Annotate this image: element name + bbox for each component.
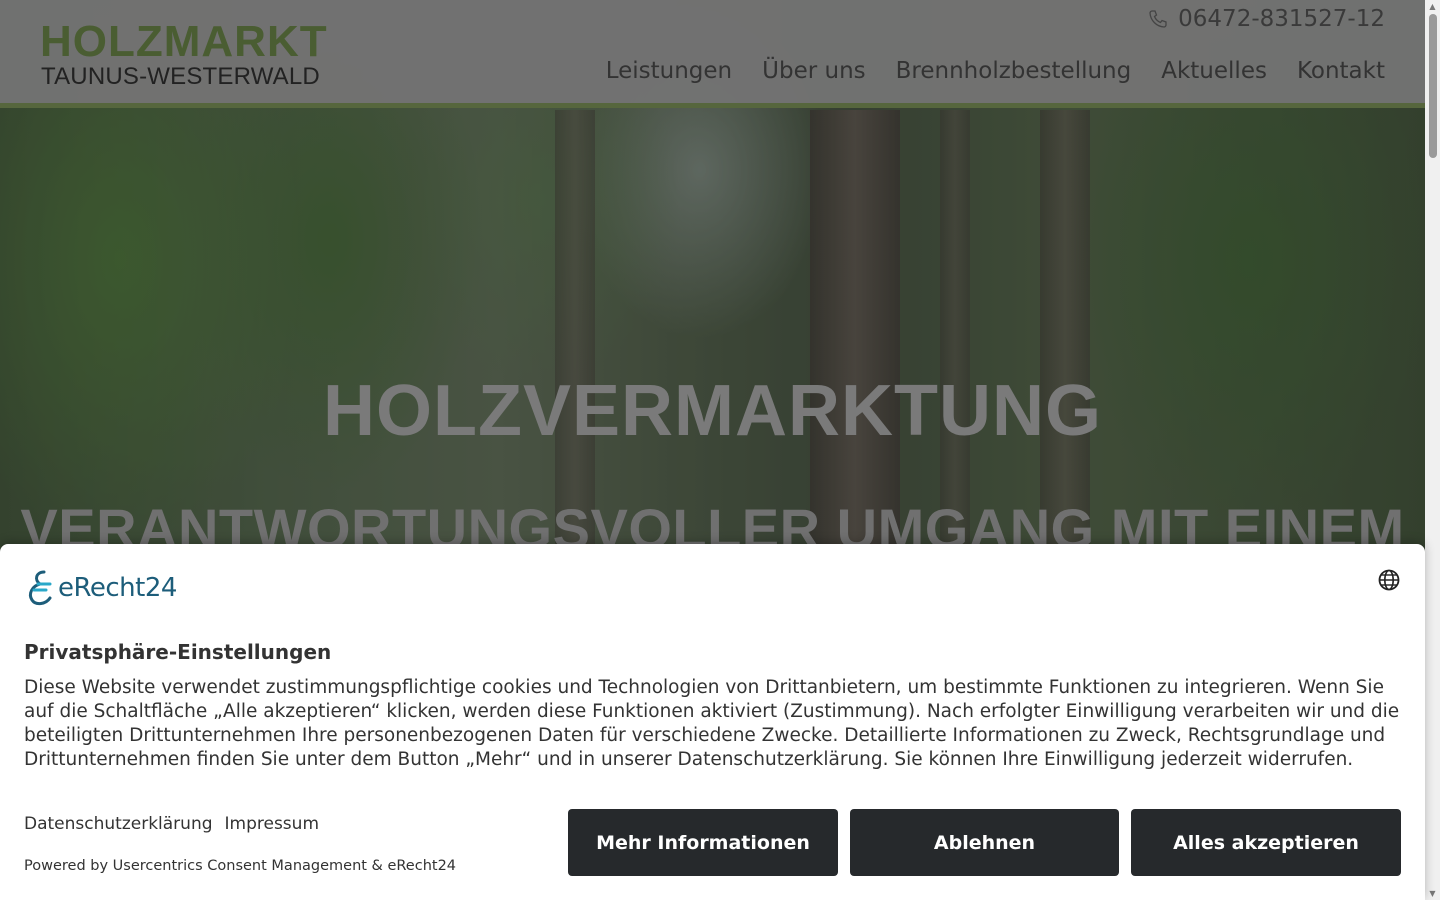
consent-links: Datenschutzerklärung Impressum [24,814,319,834]
deny-button[interactable]: Ablehnen [850,809,1119,876]
more-information-button[interactable]: Mehr Informationen [568,809,838,876]
phone-link[interactable]: 06472-831527-12 [1148,6,1385,32]
erecht24-wordmark: eRecht24 [58,573,177,603]
accept-all-button[interactable]: Alles akzeptieren [1131,809,1401,876]
imprint-link[interactable]: Impressum [225,814,320,834]
site-logo[interactable]: HOLZMARKT TAUNUS-WESTERWALD [40,20,340,90]
nav-item-brennholzbestellung[interactable]: Brennholzbestellung [896,58,1132,84]
powered-by-text: Powered by Usercentrics Consent Manageme… [24,858,457,874]
consent-description: Diese Website verwendet zustimmungspflic… [24,677,1400,770]
nav-item-kontakt[interactable]: Kontakt [1297,58,1385,84]
scroll-up-arrow[interactable]: ▲ [1428,2,1437,11]
nav-item-leistungen[interactable]: Leistungen [606,58,732,84]
site-header: HOLZMARKT TAUNUS-WESTERWALD 06472-831527… [0,0,1425,108]
cookie-consent-banner: eRecht24 Privatsphäre-Einstellungen Dies… [0,544,1425,900]
consent-title: Privatsphäre-Einstellungen [24,640,332,664]
erecht24-logo: eRecht24 [24,568,177,608]
privacy-policy-link[interactable]: Datenschutzerklärung [24,814,213,834]
phone-icon [1148,9,1168,29]
scroll-down-arrow[interactable]: ▼ [1428,889,1437,898]
globe-icon[interactable] [1377,568,1401,592]
scrollbar-thumb[interactable] [1429,14,1437,158]
erecht24-mark-icon [28,570,52,606]
logo-tagline: TAUNUS-WESTERWALD [41,63,320,90]
scrollbar[interactable]: ▲ ▼ [1425,0,1440,900]
phone-number: 06472-831527-12 [1178,6,1385,32]
hero-title: HOLZVERMARKTUNG [323,371,1102,451]
main-nav: Leistungen Über uns Brennholzbestellung … [606,58,1385,84]
nav-item-aktuelles[interactable]: Aktuelles [1161,58,1267,84]
nav-item-ueber-uns[interactable]: Über uns [762,58,866,84]
logo-wordmark: HOLZMARKT [40,17,328,66]
